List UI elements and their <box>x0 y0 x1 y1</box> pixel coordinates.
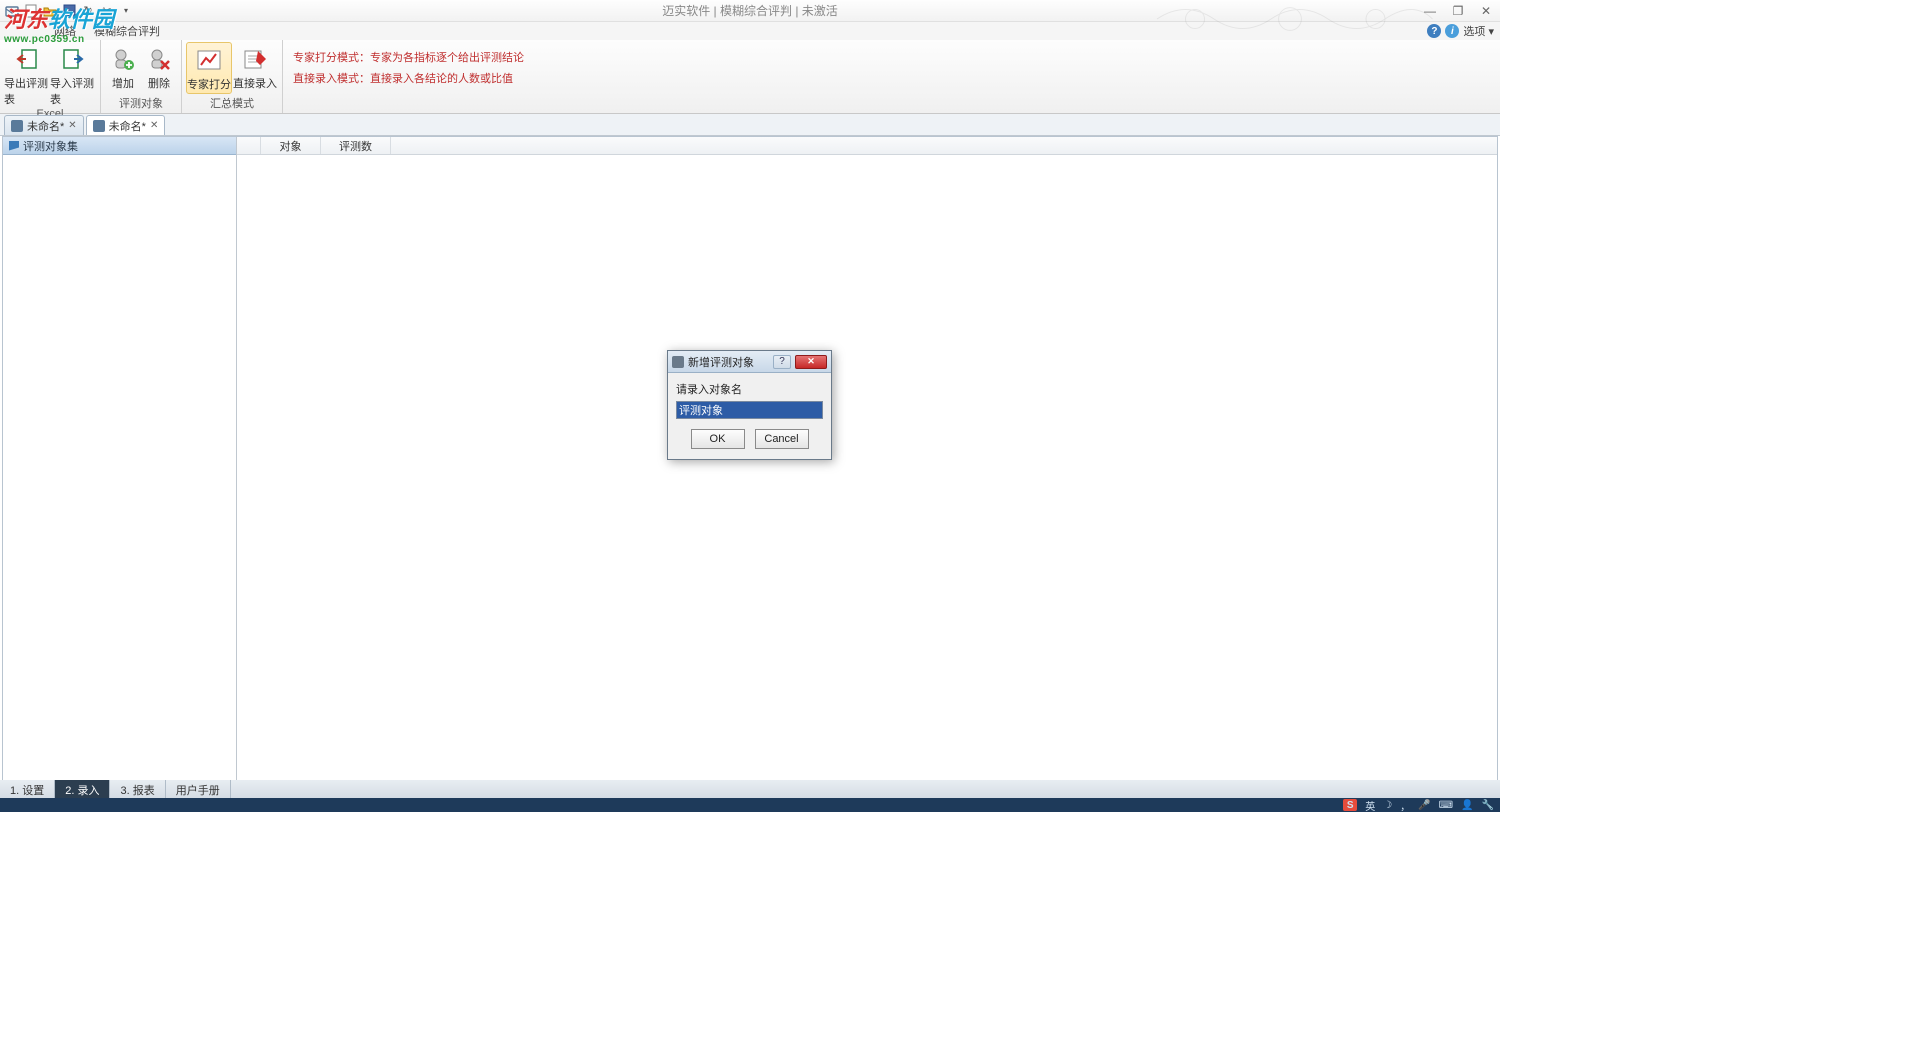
dialog-body: 请录入对象名 OK Cancel <box>668 373 831 459</box>
dialog-icon <box>672 356 684 368</box>
dialog-label: 请录入对象名 <box>676 381 823 397</box>
ime-comma-icon[interactable]: ， <box>1400 798 1410 813</box>
quick-access-toolbar: ↻ ✂ ▾ <box>0 3 134 19</box>
bottom-tabs: 1. 设置 2. 录入 3. 报表 用户手册 <box>0 780 1500 798</box>
dialog-title: 新增评测对象 <box>688 354 754 370</box>
direct-mode-button[interactable]: 直接录入 <box>232 42 278 94</box>
ribbon-group-label: 汇总模式 <box>186 94 278 113</box>
bottom-tab-input[interactable]: 2. 录入 <box>55 780 110 798</box>
flag-icon <box>9 141 19 151</box>
col-count[interactable]: 评测数 <box>321 137 391 154</box>
ribbon: 导出评测表 导入评测表 Excel 增加 删除 评测对象 专家打分 <box>0 40 1500 114</box>
ime-mic-icon[interactable]: 🎤 <box>1418 800 1430 811</box>
ok-button[interactable]: OK <box>691 429 745 449</box>
dialog-close-button[interactable]: ✕ <box>795 355 827 369</box>
qat-open-icon[interactable] <box>42 3 58 19</box>
import-button[interactable]: 导入评测表 <box>50 42 96 107</box>
ribbon-group-mode: 专家打分 直接录入 汇总模式 <box>182 40 283 113</box>
menu-network[interactable]: 网络 <box>54 23 76 39</box>
ime-lang[interactable]: 英 <box>1365 798 1375 813</box>
ribbon-help-text: 专家打分模式：专家为各指标逐个给出评测结论 直接录入模式：直接录入各结论的人数或… <box>283 40 534 113</box>
export-icon <box>13 45 41 73</box>
ime-keyboard-icon[interactable]: ⌨ <box>1439 800 1453 811</box>
delete-button[interactable]: 删除 <box>141 42 177 94</box>
col-object[interactable]: 对象 <box>261 137 321 154</box>
help-icon[interactable]: ? <box>1427 24 1441 38</box>
bottom-tab-manual[interactable]: 用户手册 <box>166 780 231 798</box>
app-title: 迈实软件 | 模糊综合评判 | 未激活 <box>662 2 838 19</box>
options-menu[interactable]: 选项 ▾ <box>1463 23 1494 39</box>
tree-panel: 评测对象集 <box>3 137 237 795</box>
restore-button[interactable]: ❐ <box>1448 4 1468 18</box>
chart-icon <box>195 46 223 74</box>
tree-root[interactable]: 评测对象集 <box>3 137 236 155</box>
object-name-input[interactable] <box>676 401 823 419</box>
minimize-button[interactable]: — <box>1420 4 1440 18</box>
taskbar: S 英 ☽ ， 🎤 ⌨ 👤 🔧 <box>0 798 1500 812</box>
close-button[interactable]: ✕ <box>1476 4 1496 18</box>
expert-mode-button[interactable]: 专家打分 <box>186 42 232 94</box>
dialog-help-button[interactable]: ? <box>773 355 791 369</box>
ime-moon-icon[interactable]: ☽ <box>1383 800 1392 811</box>
menu-fuzzy[interactable]: 模糊综合评判 <box>94 23 160 39</box>
edit-icon <box>241 45 269 73</box>
ime-user-icon[interactable]: 👤 <box>1461 800 1473 811</box>
qat-refresh-icon[interactable]: ↻ <box>80 3 96 19</box>
qat-dropdown-icon[interactable]: ▾ <box>118 3 134 19</box>
document-tabs: 未命名* ✕ 未命名* ✕ <box>0 114 1500 136</box>
ribbon-group-excel: 导出评测表 导入评测表 Excel <box>0 40 101 113</box>
doc-icon <box>93 120 105 132</box>
menu-row: 网络 模糊综合评判 ? i 选项 ▾ <box>0 22 1500 40</box>
ribbon-group-label: 评测对象 <box>105 94 177 113</box>
window-controls: — ❐ ✕ <box>1420 4 1496 18</box>
titlebar: ↻ ✂ ▾ 迈实软件 | 模糊综合评判 | 未激活 — ❐ ✕ <box>0 0 1500 22</box>
qat-save-icon[interactable] <box>61 3 77 19</box>
bottom-tab-settings[interactable]: 1. 设置 <box>0 780 55 798</box>
ime-wrench-icon[interactable]: 🔧 <box>1482 800 1494 811</box>
ribbon-group-object: 增加 删除 评测对象 <box>101 40 182 113</box>
qat-tool-icon[interactable]: ✂ <box>99 3 115 19</box>
qat-app-icon[interactable] <box>4 3 20 19</box>
grid-header: 对象 评测数 <box>237 137 1497 155</box>
cancel-button[interactable]: Cancel <box>755 429 809 449</box>
qat-new-icon[interactable] <box>23 3 39 19</box>
doc-tab[interactable]: 未命名* ✕ <box>86 115 166 135</box>
info-icon[interactable]: i <box>1445 24 1459 38</box>
dialog-titlebar[interactable]: 新增评测对象 ? ✕ <box>668 351 831 373</box>
delete-icon <box>145 45 173 73</box>
tab-close-icon[interactable]: ✕ <box>150 120 158 131</box>
row-handle-col <box>237 137 261 154</box>
grid-panel: 对象 评测数 <box>237 137 1497 795</box>
export-button[interactable]: 导出评测表 <box>4 42 50 107</box>
add-button[interactable]: 增加 <box>105 42 141 94</box>
bottom-tab-report[interactable]: 3. 报表 <box>110 780 165 798</box>
sogou-ime-icon[interactable]: S <box>1343 799 1357 811</box>
doc-tab[interactable]: 未命名* ✕ <box>4 115 84 135</box>
tab-close-icon[interactable]: ✕ <box>68 120 76 131</box>
main-area: 评测对象集 对象 评测数 <box>2 136 1498 796</box>
import-icon <box>59 45 87 73</box>
doc-icon <box>11 120 23 132</box>
add-object-dialog: 新增评测对象 ? ✕ 请录入对象名 OK Cancel <box>667 350 832 460</box>
add-icon <box>109 45 137 73</box>
